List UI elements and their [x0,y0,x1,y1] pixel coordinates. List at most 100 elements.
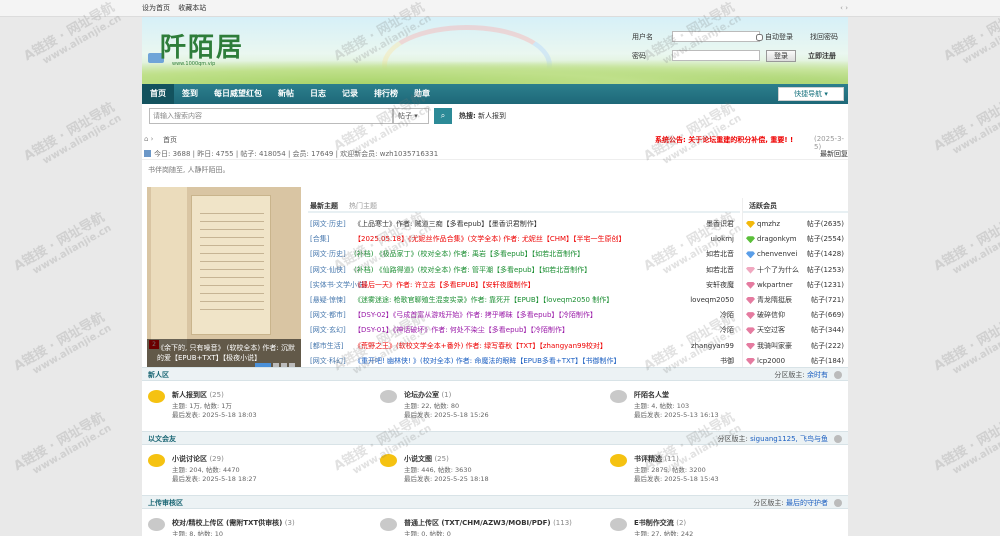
moderator-link[interactable]: siguang1125, 飞鸟与鱼 [750,435,828,443]
forum-item[interactable]: 小说文图 (25) 主题: 446, 帖数: 3630 最后发表: 2025-5-2… [374,451,604,491]
thread-row[interactable]: [合集] 【2025.05.18】《尤妮丝作品合集》(文学全本) 作者: 尤妮丝【… [308,232,740,247]
section-title[interactable]: 以文会友 [148,434,176,444]
member-row[interactable]: 青龙隋挺辰 帖子(721) [743,293,848,308]
thread-row[interactable]: [实体书·文学小说] 《最后一天》作者: 许立志【多看EPUB】【安轩夜魔制作】安… [308,278,740,293]
nav-item-medals[interactable]: 勋章 [406,84,438,104]
member-name[interactable]: 青龙隋挺辰 [757,293,792,308]
forum-item[interactable]: 书评精选 (11) 主题: 2875, 帖数: 3200 最后发表: 2025-5-… [604,451,834,491]
thread-author[interactable]: loveqm2050 [690,293,734,308]
thread-title[interactable]: 《荒野之王》(软校文学全本+番外) 作者: 绿写春秋【TXT】【zhangyan… [354,339,684,354]
thread-author[interactable]: uiokmj [711,232,734,247]
forum-name-wrap[interactable]: 小说讨论区 (29) [172,454,224,464]
nav-item-blog[interactable]: 日志 [302,84,334,104]
thread-category[interactable]: [网文·仙侠] [310,263,346,278]
thread-title[interactable]: 【DSY-01】《神话破坏》作者: 何处不染尘【多看epub】【冷陌制作】 [354,323,684,338]
thread-author[interactable]: 如若北音 [706,247,734,262]
member-name[interactable]: 天空过客 [757,323,785,338]
member-row[interactable]: wkpartner 帖子(1231) [743,278,848,293]
forum-name-wrap[interactable]: 校对/精校上传区 (需附TXT供审核) (3) [172,518,295,528]
member-name[interactable]: 十个了为什么 [757,263,799,278]
nav-item-new-posts[interactable]: 新帖 [270,84,302,104]
forum-last-post[interactable]: 最后发表: 2025-5-13 16:13 [634,409,719,419]
thread-category[interactable]: [网文·玄幻] [310,323,346,338]
thread-title[interactable]: (补档) 《极品家丁》(校对全本) 作者: 禹岩【多看epub】【如若北音制作】 [354,247,684,262]
bookmark-link[interactable]: 收藏本站 [178,4,206,12]
forum-name[interactable]: 论坛办公室 [404,391,439,399]
moderator-link[interactable]: 最后的守护者 [786,499,828,507]
tab-hot[interactable]: 热门主题 [349,201,377,211]
member-row[interactable]: dragonkym 帖子(2554) [743,232,848,247]
thread-author[interactable]: 如若北音 [706,263,734,278]
forum-item[interactable]: 校对/精校上传区 (需附TXT供审核) (3) 主题: 8, 帖数: 10 [142,515,372,536]
forum-item[interactable]: 新人报到区 (25) 主题: 1万, 帖数: 1万 最后发表: 2025-5-18 … [142,387,372,427]
thread-row[interactable]: [网文·历史] 《上品寒士》作者: 贼道三痴【多看epub】【墨香识君制作】 墨香识… [308,217,740,232]
forum-name[interactable]: E书制作交流 [634,519,674,527]
search-input[interactable]: 请输入搜索内容 [149,108,393,124]
section-title[interactable]: 上传审核区 [148,498,183,508]
forum-item[interactable]: E书制作交流 (2) 主题: 27, 帖数: 242 [604,515,834,536]
thread-row[interactable]: [网文·历史] (补档) 《极品家丁》(校对全本) 作者: 禹岩【多看epub】【… [308,247,740,262]
forum-item[interactable]: 普通上传区 (TXT/CHM/AZW3/MOBI/PDF) (113) 主题: 0… [374,515,604,536]
member-name[interactable]: wkpartner [757,278,793,293]
forum-item[interactable]: 论坛办公室 (1) 主题: 22, 帖数: 80 最后发表: 2025-5-18 1… [374,387,604,427]
forum-item[interactable]: 阡陌名人堂 主题: 4, 帖数: 103 最后发表: 2025-5-13 16:1… [604,387,834,427]
member-name[interactable]: 破碎信仰 [757,308,785,323]
forum-name[interactable]: 书评精选 [634,455,662,463]
thread-row[interactable]: [悬疑·惊悚] 《迷雾迷途: 枪歌官聊殖生混变实录》作者: 靠死开【EPUB】【l… [308,293,740,308]
auto-login-option[interactable]: 自动登录 [756,32,793,42]
member-row[interactable]: 破碎信仰 帖子(669) [743,308,848,323]
forum-name-wrap[interactable]: 书评精选 (11) [634,454,679,464]
forum-name[interactable]: 小说讨论区 [172,455,207,463]
thread-author[interactable]: zhangyan99 [691,339,734,354]
thread-author[interactable]: 冷陌 [720,308,734,323]
forum-last-post[interactable]: 最后发表: 2025-5-25 18:18 [404,473,489,483]
auto-login-checkbox[interactable] [756,33,763,41]
thread-title[interactable]: 《最后一天》作者: 许立志【多看EPUB】【安轩夜魔制作】 [354,278,684,293]
tab-latest[interactable]: 最新主题 [310,201,338,211]
forum-name-wrap[interactable]: 普通上传区 (TXT/CHM/AZW3/MOBI/PDF) (113) [404,518,572,528]
quick-nav-button[interactable]: 快捷导航 ▾ [778,87,844,101]
forum-name[interactable]: 小说文图 [404,455,432,463]
forum-name-wrap[interactable]: E书制作交流 (2) [634,518,686,528]
thread-category[interactable]: [合集] [310,232,329,247]
member-name[interactable]: 我骑叫家豪 [757,339,792,354]
forum-last-post[interactable]: 最后发表: 2025-5-18 18:03 [172,409,257,419]
expand-arrows-icon[interactable]: ‹ › [840,4,848,12]
password-input[interactable] [672,50,760,61]
section-header[interactable]: 新人区 分区版主: 余时有 [142,367,848,381]
system-notice[interactable]: 系统公告: 关于论坛重建的积分补偿, 重要! ! [655,135,793,145]
thread-category[interactable]: [网文·历史] [310,247,346,262]
forum-name[interactable]: 校对/精校上传区 (需附TXT供审核) [172,519,282,527]
latest-reply-link[interactable]: 最新回复 [820,149,848,159]
member-row[interactable]: 天空过客 帖子(344) [743,323,848,338]
member-name[interactable]: qmzhz [757,217,780,232]
search-button[interactable]: ⌕ [434,108,452,124]
member-name[interactable]: dragonkym [757,232,797,247]
forum-name-wrap[interactable]: 阡陌名人堂 [634,390,669,400]
section-header[interactable]: 上传审核区 分区版主: 最后的守护者 [142,495,848,509]
forum-name[interactable]: 阡陌名人堂 [634,391,669,399]
nav-item-records[interactable]: 记录 [334,84,366,104]
thread-author[interactable]: 安轩夜魔 [706,278,734,293]
login-button[interactable]: 登录 [766,50,796,62]
thread-title[interactable]: (补档) 《仙路得道》(校对全本) 作者: 管平潮【多看epub】【如若北音制作… [354,263,684,278]
member-name[interactable]: chenvenvei [757,247,797,262]
forum-name-wrap[interactable]: 论坛办公室 (1) [404,390,451,400]
thread-title[interactable]: 【2025.05.18】《尤妮丝作品合集》(文学全本) 作者: 尤妮丝【CHM】… [354,232,684,247]
thread-title[interactable]: 《上品寒士》作者: 贼道三痴【多看epub】【墨香识君制作】 [354,217,684,232]
forum-item[interactable]: 小说讨论区 (29) 主题: 204, 帖数: 4470 最后发表: 2025-5-… [142,451,372,491]
nav-item-home[interactable]: 首页 [142,84,174,104]
forum-name-wrap[interactable]: 新人报到区 (25) [172,390,224,400]
site-logo[interactable]: 阡陌居 www.1000qm.vip [146,23,256,71]
thread-category[interactable]: [网文·都市] [310,308,346,323]
username-input[interactable] [672,31,760,42]
thread-author[interactable]: 墨香识君 [706,217,734,232]
home-icon[interactable]: ⌂ › [144,135,153,143]
member-row[interactable]: chenvenvei 帖子(1428) [743,247,848,262]
search-type-select[interactable]: 帖子 ▾ [393,108,429,124]
forum-last-post[interactable]: 最后发表: 2025-5-18 18:27 [172,473,257,483]
forum-name[interactable]: 普通上传区 (TXT/CHM/AZW3/MOBI/PDF) [404,519,551,527]
thread-row[interactable]: [网文·都市] 【DSY-02】《弓成首富从游戏开始》作者: 拷乎嘟昧【多看epu… [308,308,740,323]
breadcrumb-current[interactable]: 首页 [163,135,177,145]
thread-title[interactable]: 《迷雾迷途: 枪歌官聊殖生混变实录》作者: 靠死开【EPUB】【loveqm20… [354,293,684,308]
